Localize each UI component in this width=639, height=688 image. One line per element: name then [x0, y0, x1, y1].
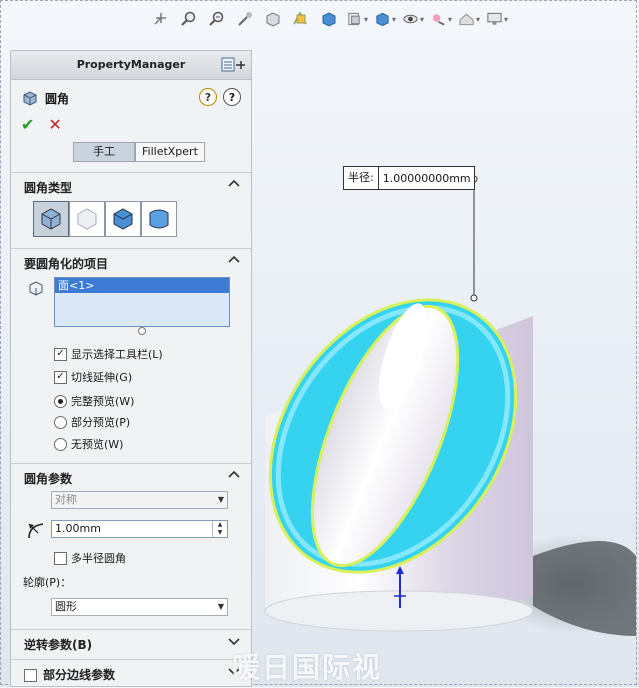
dimension-value[interactable]: 1.00000000mm — [379, 172, 471, 185]
hide-show-items-icon[interactable] — [318, 9, 340, 29]
apply-scene-icon[interactable]: ▾ — [374, 9, 396, 29]
partial-preview-row[interactable]: 部分预览(P) — [54, 414, 130, 430]
tab-manual[interactable]: 手工 — [73, 142, 135, 162]
section-items-to-fillet: 要圆角化的项目 面<1> ✓ 显示选择工具栏(L) ✓ 切线延伸(G) 完整预览… — [11, 248, 251, 464]
radius-input[interactable]: 1.00mm ▲ ▼ — [51, 520, 228, 538]
whats-wrong-help-icon[interactable]: ? — [199, 88, 217, 106]
ok-cancel-group: ✔ ✕ — [21, 115, 62, 134]
graphics-viewport[interactable] — [253, 36, 639, 685]
pin-icon[interactable] — [221, 57, 247, 73]
radius-icon — [28, 523, 44, 539]
edit-appearance-icon[interactable]: ▾ — [430, 9, 452, 29]
show-selection-toolbar-row[interactable]: ✓ 显示选择工具栏(L) — [54, 346, 163, 362]
view-settings-icon[interactable]: ▾ — [402, 9, 424, 29]
section-title-fillet-type[interactable]: 圆角类型 — [24, 179, 72, 196]
checkbox-checked-icon[interactable]: ✓ — [54, 347, 67, 361]
feature-name: 圆角 — [45, 91, 70, 106]
checkbox-checked-icon[interactable]: ✓ — [54, 370, 67, 384]
zoom-area-icon[interactable] — [178, 9, 200, 29]
section-fillet-parameters: 圆角参数 对称 ▼ 1.00mm ▲ ▼ 多半径圆角 轮廓(P)： 圆形 ▼ — [11, 463, 251, 630]
fillet-method-value: 对称 — [55, 493, 77, 506]
zoom-to-fit-icon[interactable] — [150, 9, 172, 29]
cancel-x-icon[interactable]: ✕ — [48, 115, 61, 134]
full-preview-row[interactable]: 完整预览(W) — [54, 393, 134, 409]
full-round-fillet-button[interactable] — [141, 201, 177, 237]
radio-icon[interactable] — [54, 415, 67, 429]
fillet-method-select[interactable]: 对称 ▼ — [51, 491, 228, 509]
section-setback-parameters: 逆转参数(B) — [11, 629, 251, 660]
tab-filletxpert[interactable]: FilletXpert — [135, 142, 205, 162]
section-title-params[interactable]: 圆角参数 — [24, 470, 72, 487]
tangent-propagation-row[interactable]: ✓ 切线延伸(G) — [54, 369, 132, 385]
ok-check-icon[interactable]: ✔ — [21, 115, 34, 134]
mode-tabs: 手工 FilletXpert — [73, 142, 205, 162]
property-manager: PropertyManager 圆角 ? ? ✔ ✕ 手工 FilletXper… — [10, 50, 252, 687]
checkbox-icon[interactable] — [24, 669, 37, 682]
pm-header: PropertyManager — [11, 51, 251, 80]
tangent-propagation-label: 切线延伸(G) — [71, 371, 133, 384]
dropdown-arrow-icon: ▼ — [217, 495, 224, 504]
multi-radius-row[interactable]: 多半径圆角 — [54, 550, 126, 566]
view-toolbar: ▾ ▾ ▾ ▾ ▾ ▾ — [150, 6, 508, 32]
full-preview-label: 完整预览(W) — [71, 395, 135, 408]
display-style-icon[interactable] — [290, 9, 312, 29]
fillet-feature-icon — [23, 91, 37, 106]
constant-size-fillet-button[interactable] — [33, 201, 69, 237]
cylinder-model — [264, 175, 639, 636]
radio-icon[interactable] — [54, 437, 67, 451]
collapse-chevron-icon[interactable] — [227, 177, 241, 191]
radius-spinner[interactable]: ▲ ▼ — [212, 521, 227, 537]
profile-label: 轮廓(P)： — [23, 576, 72, 589]
watermark-text: 暖日国际视 — [232, 651, 383, 684]
section-partial-edge: 部分边线参数 — [11, 659, 251, 686]
feature-row: 圆角 ? ? — [21, 88, 241, 108]
edit-appearance-icon[interactable]: ▾ — [346, 9, 368, 29]
list-item[interactable]: 面<1> — [55, 278, 229, 293]
radius-value: 1.00mm — [55, 522, 101, 535]
previous-view-icon[interactable] — [206, 9, 228, 29]
section-view-icon[interactable] — [234, 9, 256, 29]
radius-dimension-box[interactable]: 半径: 1.00000000mm — [343, 166, 475, 190]
profile-select[interactable]: 圆形 ▼ — [51, 598, 228, 616]
fillet-type-buttons — [33, 201, 177, 237]
dimension-label: 半径: — [344, 167, 379, 189]
profile-value: 圆形 — [55, 600, 77, 613]
view-orientation-icon[interactable] — [262, 9, 284, 29]
variable-size-fillet-button[interactable] — [69, 201, 105, 237]
checkbox-icon[interactable] — [54, 551, 67, 565]
section-fillet-type: 圆角类型 — [11, 172, 251, 249]
section-title-setback[interactable]: 逆转参数(B) — [24, 636, 92, 653]
section-title-partial-edge[interactable]: 部分边线参数 — [43, 666, 115, 683]
selected-items-list[interactable]: 面<1> — [54, 277, 230, 327]
show-selection-toolbar-label: 显示选择工具栏(L) — [71, 348, 163, 361]
pm-title: PropertyManager — [76, 58, 186, 71]
multi-radius-label: 多半径圆角 — [71, 552, 126, 565]
no-preview-row[interactable]: 无预览(W) — [54, 436, 123, 452]
collapse-chevron-icon[interactable] — [227, 468, 241, 482]
radio-selected-icon[interactable] — [54, 394, 67, 408]
no-preview-label: 无预览(W) — [71, 438, 124, 451]
apply-scene-icon[interactable]: ▾ — [458, 9, 480, 29]
partial-preview-label: 部分预览(P) — [71, 416, 131, 429]
section-title-items[interactable]: 要圆角化的项目 — [24, 255, 108, 272]
help-icon[interactable]: ? — [223, 88, 241, 106]
list-resize-grip-icon[interactable] — [138, 327, 146, 335]
edge-face-selection-icon — [29, 281, 43, 296]
dropdown-arrow-icon: ▼ — [217, 602, 224, 611]
face-fillet-button[interactable] — [105, 201, 141, 237]
display-monitor-icon[interactable]: ▾ — [486, 9, 508, 29]
collapse-chevron-icon[interactable] — [227, 253, 241, 267]
